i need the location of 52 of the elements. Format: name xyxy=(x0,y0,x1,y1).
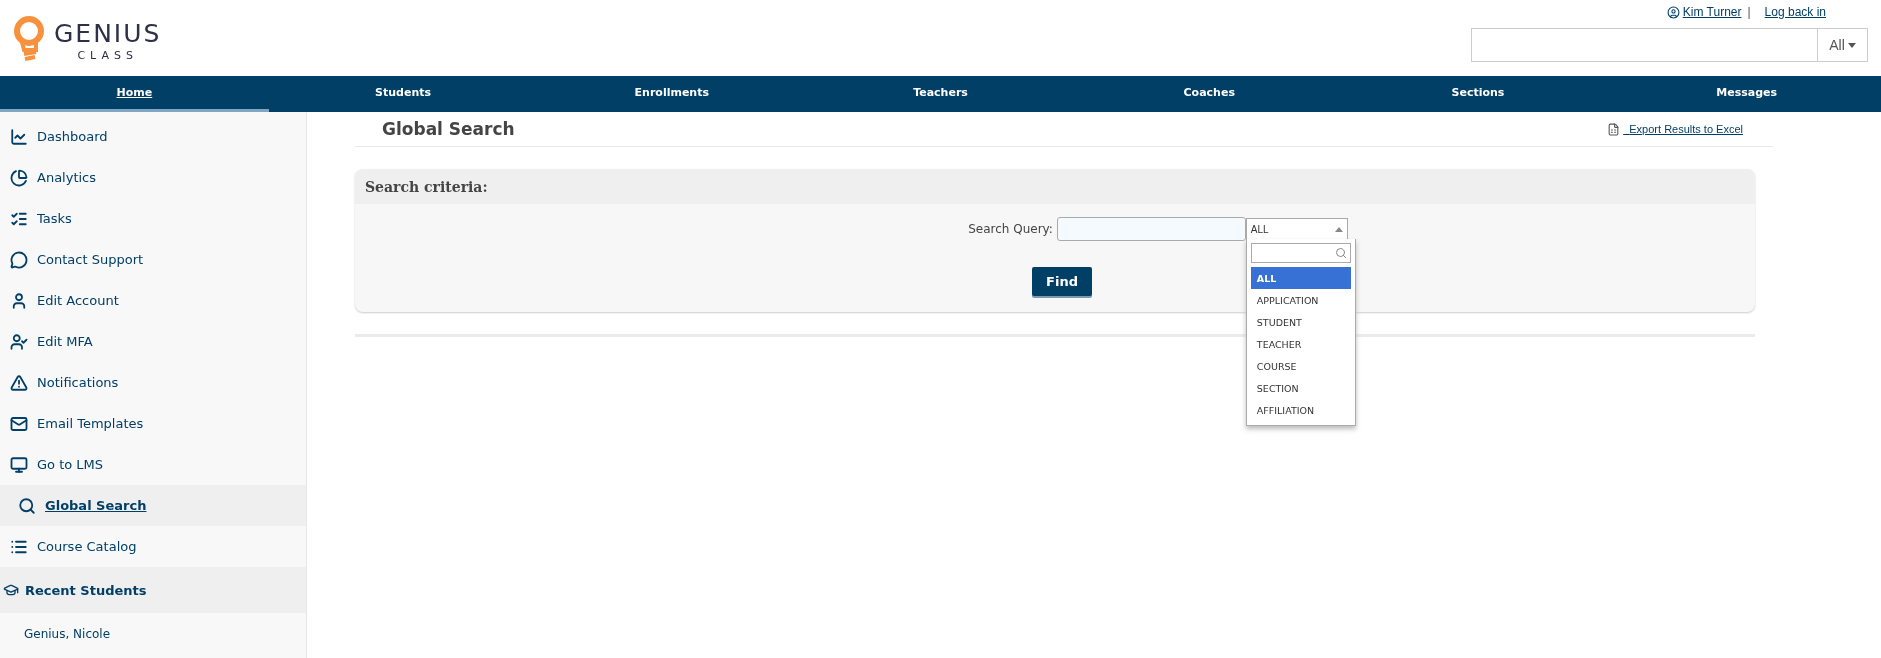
section-title: Recent Students xyxy=(25,582,147,598)
sidebar-item[interactable]: Edit Account xyxy=(0,280,306,321)
nav-tab[interactable]: Messages xyxy=(1612,76,1881,112)
dropdown-option[interactable]: TEACHER xyxy=(1250,333,1351,355)
logo-name: GENIUS xyxy=(54,20,162,46)
user-link[interactable]: Kim Turner xyxy=(1666,5,1742,19)
dropdown-option[interactable]: ALL xyxy=(1250,267,1351,289)
sidebar-item[interactable]: Notifications xyxy=(0,362,306,403)
search-icon xyxy=(18,496,36,515)
sidebar-item[interactable]: Tasks xyxy=(0,198,306,239)
type-select[interactable]: ALL xyxy=(1245,218,1348,240)
mail-icon xyxy=(10,414,28,433)
sidebar-item[interactable]: Dashboard xyxy=(0,116,306,157)
user-icon xyxy=(10,291,28,310)
sidebar-item[interactable]: Edit MFA xyxy=(0,321,306,362)
field-label: Search Query: xyxy=(968,222,1053,236)
nav-tab[interactable]: Sections xyxy=(1343,76,1613,112)
dropdown-option[interactable]: COURSE xyxy=(1250,355,1351,377)
sidebar-item[interactable]: Global Search xyxy=(0,485,306,526)
nav-tab[interactable]: Teachers xyxy=(806,76,1075,112)
search-query-field[interactable] xyxy=(1056,217,1246,241)
nav-tab[interactable]: Coaches xyxy=(1074,76,1344,112)
panel-title: Search criteria: xyxy=(365,178,488,195)
user-circle-icon xyxy=(1666,5,1680,19)
log-back-in-link[interactable]: Log back in xyxy=(1764,5,1826,19)
monitor-icon xyxy=(10,455,28,474)
export-link[interactable]: Export Results to Excel xyxy=(1607,122,1743,136)
nav-tab[interactable]: Enrollments xyxy=(537,76,807,112)
chart-icon xyxy=(10,127,28,146)
spreadsheet-file-icon xyxy=(1607,122,1621,136)
sidebar-item[interactable]: Go to LMS xyxy=(0,444,306,485)
sidebar-item[interactable]: Email Templates xyxy=(0,403,306,444)
search-icon xyxy=(1334,247,1347,259)
logo-subtitle: CLASS xyxy=(77,48,138,62)
warning-icon xyxy=(10,373,28,392)
find-button[interactable]: Find xyxy=(1032,267,1092,296)
chat-icon xyxy=(10,250,28,269)
recent-student-link[interactable]: Genius, Nicole xyxy=(0,613,306,641)
dropdown-search-field[interactable] xyxy=(1250,243,1351,263)
header-search-field[interactable]: All xyxy=(1471,28,1868,62)
pie-icon xyxy=(10,168,28,187)
graduation-cap-icon xyxy=(3,582,19,598)
sidebar-item[interactable]: Course Catalog xyxy=(0,526,306,567)
page-title: Global Search xyxy=(382,119,515,139)
sidebar-item[interactable]: Contact Support xyxy=(0,239,306,280)
separator: | xyxy=(1747,5,1751,19)
dropdown-option[interactable]: STUDENT xyxy=(1250,311,1351,333)
dropdown-option[interactable]: SECTION xyxy=(1250,377,1351,399)
sidebar-item[interactable]: Analytics xyxy=(0,157,306,198)
nav-tab[interactable]: Students xyxy=(268,76,538,112)
dropdown-option[interactable]: APPLICATION xyxy=(1250,289,1351,311)
dropdown-option[interactable]: AFFILIATION xyxy=(1250,399,1351,421)
